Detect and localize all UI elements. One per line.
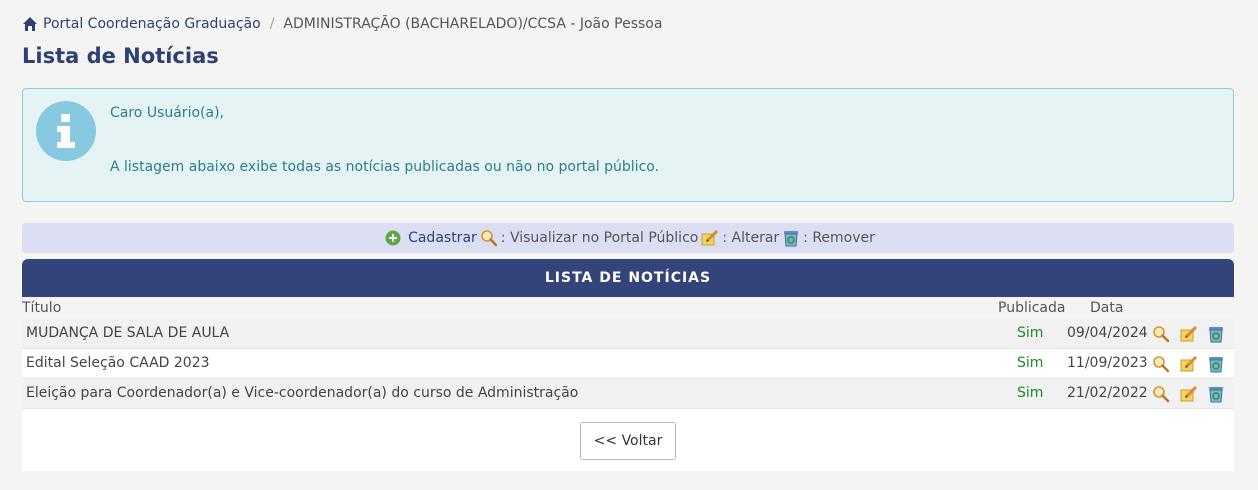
column-header-titulo: Título: [22, 300, 62, 316]
legend-remover: : Remover: [803, 230, 875, 246]
info-message: A listagem abaixo exibe todas as notícia…: [110, 159, 660, 175]
table-row: Eleição para Coordenador(a) e Vice-coord…: [22, 379, 1234, 409]
news-title: MUDANÇA DE SALA DE AULA: [26, 325, 230, 341]
legend-visualizar: : Visualizar no Portal Público: [500, 230, 699, 246]
news-published: Sim: [1017, 385, 1044, 401]
actions-legend: Cadastrar : Visualizar no Portal Público…: [22, 223, 1234, 253]
news-date: 09/04/2024: [1067, 325, 1148, 341]
legend-alterar: : Alterar: [722, 230, 780, 246]
cadastrar-link[interactable]: Cadastrar: [408, 230, 477, 246]
news-list-panel: LISTA DE NOTÍCIAS Título Publicada Data …: [22, 259, 1234, 471]
breadcrumb: Portal Coordenação Graduação / ADMINISTR…: [22, 14, 662, 34]
page-title: Lista de Notícias: [22, 44, 219, 68]
news-list-header: LISTA DE NOTÍCIAS: [22, 259, 1234, 297]
news-date: 11/09/2023: [1067, 355, 1148, 371]
info-icon: [36, 101, 96, 161]
edit-icon[interactable]: [1179, 384, 1199, 404]
recycle-bin-icon: [782, 229, 800, 247]
news-title: Eleição para Coordenador(a) e Vice-coord…: [26, 385, 579, 401]
view-icon[interactable]: [1151, 354, 1171, 374]
remove-icon[interactable]: [1206, 324, 1226, 344]
home-icon[interactable]: [22, 16, 38, 32]
edit-icon[interactable]: [1179, 354, 1199, 374]
column-header-data: Data: [1090, 300, 1124, 316]
voltar-button[interactable]: << Voltar: [580, 422, 676, 460]
magnifier-icon: [480, 229, 498, 247]
remove-icon[interactable]: [1206, 384, 1226, 404]
info-message-box: Caro Usuário(a), A listagem abaixo exibe…: [22, 88, 1234, 202]
news-published: Sim: [1017, 325, 1044, 341]
news-title: Edital Seleção CAAD 2023: [26, 355, 210, 371]
plus-circle-icon[interactable]: [384, 229, 402, 247]
pencil-note-icon: [701, 229, 719, 247]
remove-icon[interactable]: [1206, 354, 1226, 374]
news-date: 21/02/2022: [1067, 385, 1148, 401]
table-row: MUDANÇA DE SALA DE AULA Sim 09/04/2024: [22, 319, 1234, 349]
edit-icon[interactable]: [1179, 324, 1199, 344]
news-published: Sim: [1017, 355, 1044, 371]
table-row: Edital Seleção CAAD 2023 Sim 11/09/2023: [22, 349, 1234, 379]
info-greeting: Caro Usuário(a),: [110, 105, 224, 121]
column-header-publicada: Publicada: [998, 300, 1066, 316]
view-icon[interactable]: [1151, 324, 1171, 344]
table-column-headers: Título Publicada Data: [22, 297, 1234, 319]
view-icon[interactable]: [1151, 384, 1171, 404]
breadcrumb-separator: /: [269, 16, 275, 32]
breadcrumb-home-link[interactable]: Portal Coordenação Graduação: [43, 16, 261, 32]
breadcrumb-current: ADMINISTRAÇÃO (BACHARELADO)/CCSA - João …: [283, 16, 663, 32]
